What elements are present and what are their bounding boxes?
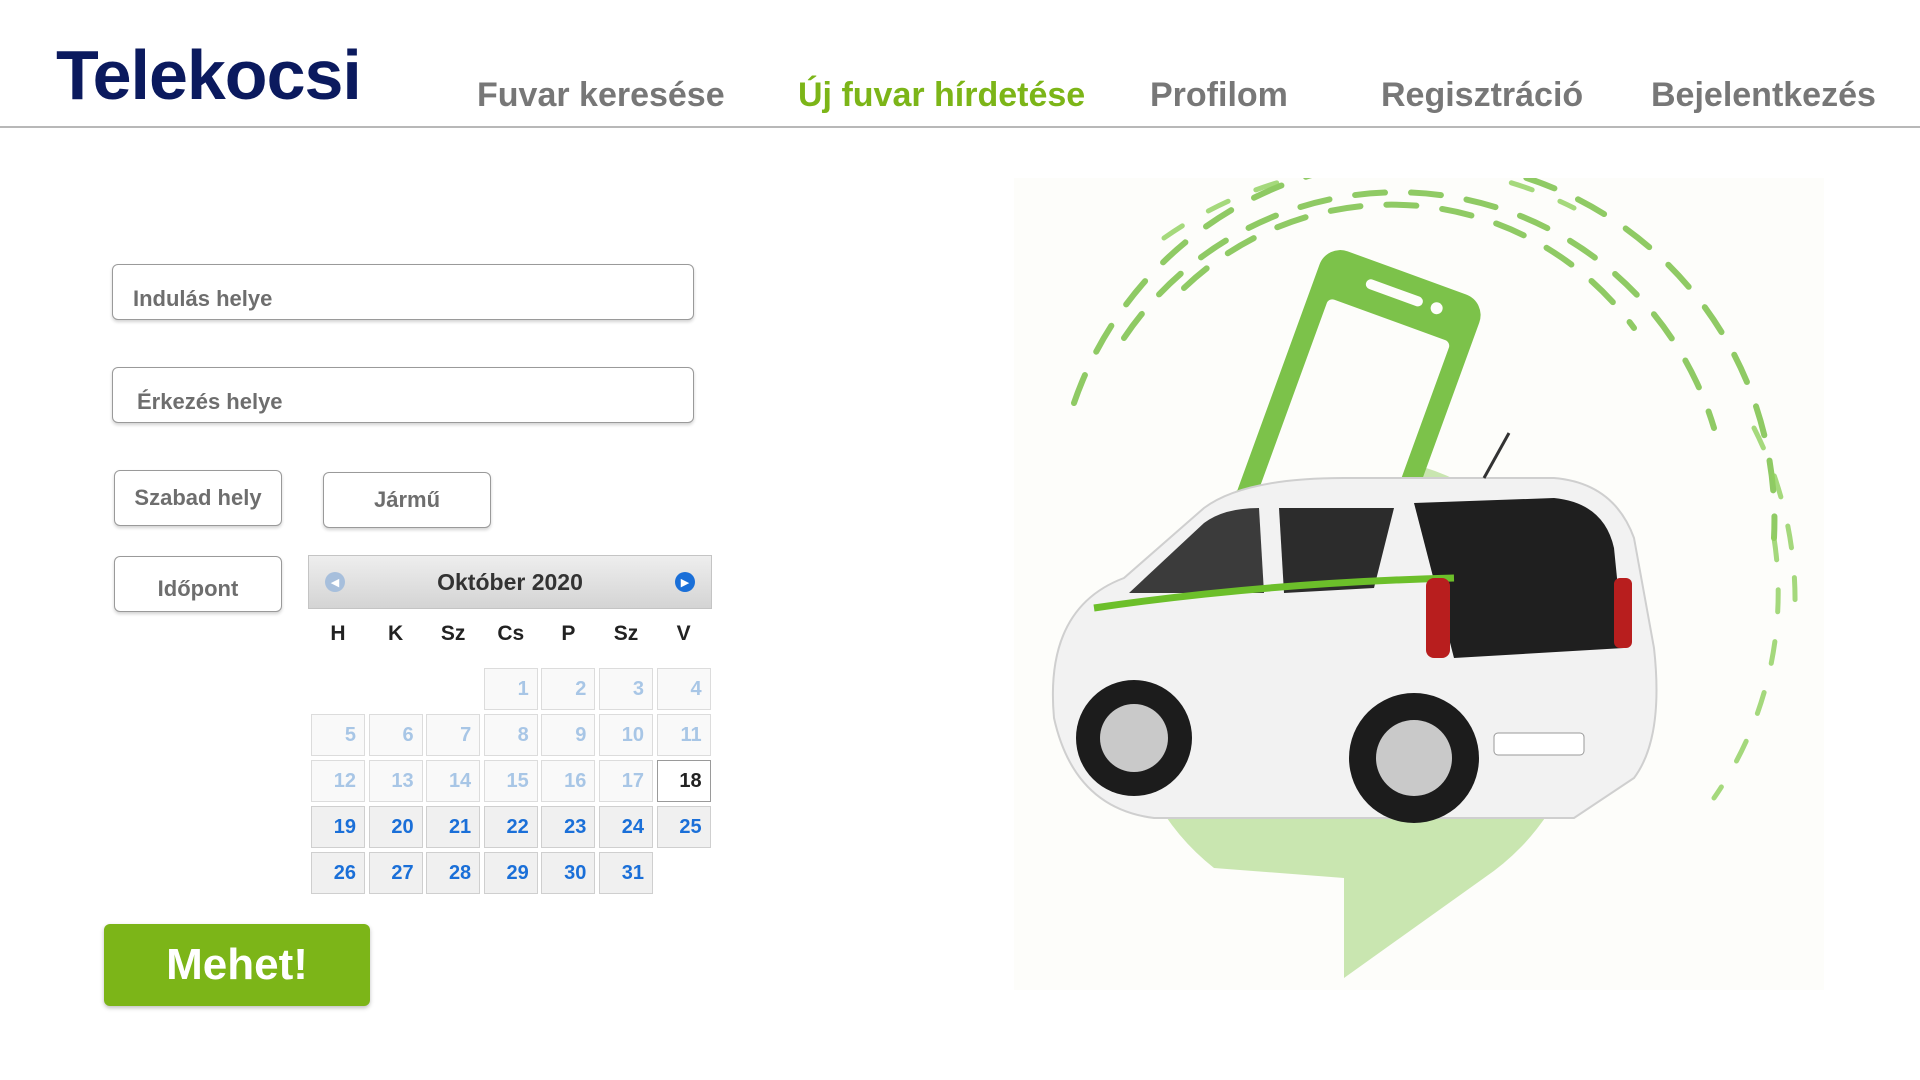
arrival-placeholder: Érkezés helye [137, 389, 283, 414]
time-placeholder: Időpont [157, 576, 239, 601]
nav-item-regisztracio[interactable]: Regisztráció [1381, 78, 1583, 112]
calendar-day[interactable]: 29 [483, 852, 538, 894]
calendar-day[interactable]: 28 [426, 852, 481, 894]
calendar-day[interactable]: 20 [368, 806, 423, 848]
calendar-day: 13 [368, 760, 423, 802]
calendar-day[interactable]: 18 [656, 760, 711, 802]
nav-item-uj-fuvar[interactable]: Új fuvar hírdetése [798, 78, 1085, 112]
calendar-day[interactable]: 22 [483, 806, 538, 848]
calendar-day: 14 [426, 760, 481, 802]
nav-item-bejelentkezes[interactable]: Bejelentkezés [1651, 78, 1876, 112]
chevron-left-icon[interactable]: ◀ [325, 572, 345, 592]
calendar-day: 7 [426, 714, 481, 756]
calendar-day: 10 [599, 714, 653, 756]
calendar-day: 11 [656, 714, 711, 756]
weekday-header: P [561, 622, 576, 645]
calendar-day[interactable]: 31 [599, 852, 653, 894]
header: Telekocsi Fuvar keresése Új fuvar hírdet… [0, 0, 1920, 130]
chevron-right-icon[interactable]: ▶ [675, 572, 695, 592]
weekday-header: Cs [497, 622, 525, 645]
weekday-header: Sz [440, 622, 466, 645]
calendar-day[interactable]: 23 [541, 806, 596, 848]
calendar-title: Október 2020 [437, 568, 583, 595]
seats-input[interactable]: Szabad hely [114, 470, 282, 526]
time-input[interactable]: Időpont [114, 556, 282, 612]
calendar-day[interactable]: 21 [426, 806, 481, 848]
departure-input[interactable]: Indulás helye [112, 264, 694, 320]
calendar-day: 5 [311, 714, 365, 756]
calendar-day: 4 [656, 668, 711, 710]
seats-placeholder: Szabad hely [134, 485, 262, 510]
calendar-header: ◀ Október 2020 ▶ [308, 555, 712, 609]
submit-button[interactable]: Mehet! [104, 924, 370, 1006]
weekday-header: H [330, 622, 346, 645]
calendar-day: 16 [541, 760, 596, 802]
weekday-header: K [388, 622, 404, 645]
nav-item-profilom[interactable]: Profilom [1150, 78, 1288, 112]
weekday-header: V [676, 622, 691, 645]
car-with-phone-illustration [1014, 157, 1824, 990]
calendar-day[interactable]: 19 [311, 806, 365, 848]
calendar-day[interactable]: 25 [656, 806, 711, 848]
calendar-day[interactable]: 27 [368, 852, 423, 894]
calendar-day: 3 [599, 668, 653, 710]
vehicle-input[interactable]: Jármű [323, 472, 491, 528]
calendar-day: 15 [483, 760, 538, 802]
vehicle-placeholder: Jármű [373, 487, 441, 512]
calendar-day: 9 [541, 714, 596, 756]
departure-placeholder: Indulás helye [133, 286, 273, 311]
header-divider [0, 126, 1920, 128]
calendar-day[interactable]: 26 [311, 852, 365, 894]
logo[interactable]: Telekocsi [56, 40, 362, 110]
weekday-header: Sz [613, 622, 639, 645]
calendar-day[interactable]: 30 [541, 852, 596, 894]
calendar-day: 6 [368, 714, 423, 756]
calendar-day: 8 [483, 714, 538, 756]
arrival-input[interactable]: Érkezés helye [112, 367, 694, 423]
calendar-day: 2 [541, 668, 596, 710]
calendar-day[interactable]: 24 [599, 806, 653, 848]
calendar-day: 12 [311, 760, 365, 802]
nav-item-fuvar-kereses[interactable]: Fuvar keresése [477, 78, 725, 112]
calendar-day: 17 [599, 760, 653, 802]
calendar-day: 1 [483, 668, 538, 710]
